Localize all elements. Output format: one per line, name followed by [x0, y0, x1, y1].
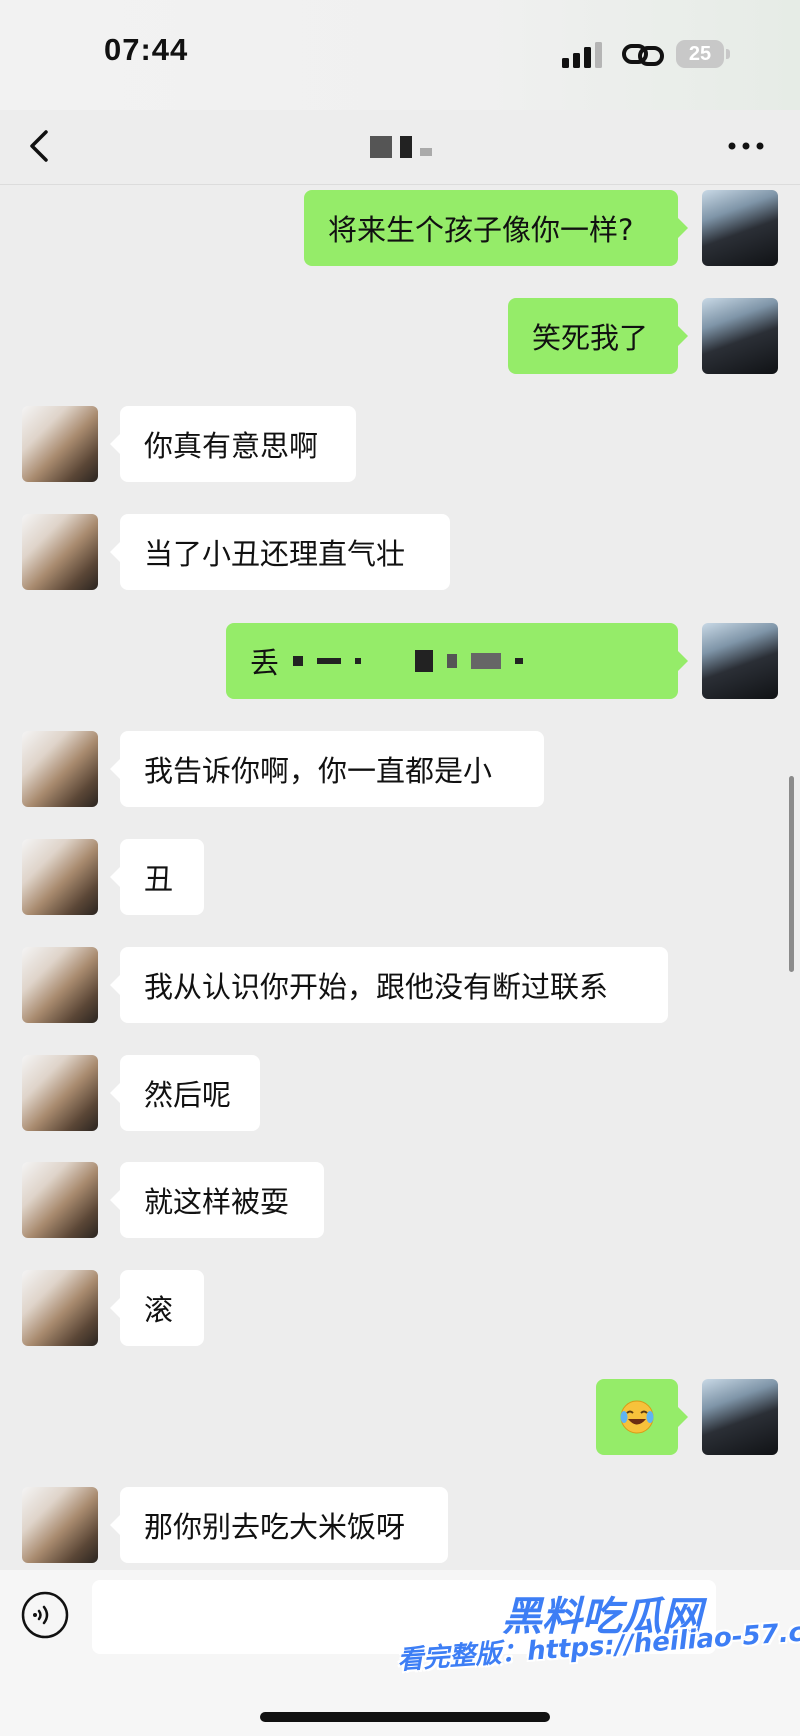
title-mosaic-block [370, 136, 392, 158]
avatar-self[interactable] [702, 298, 778, 374]
message-bubble[interactable]: 丢 [226, 623, 688, 699]
message-row: 就这样被耍 [0, 1162, 800, 1242]
message-bubble[interactable]: 当了小丑还理直气壮 [110, 514, 450, 590]
redaction-block [471, 653, 502, 669]
message-bubble[interactable]: 那你别去吃大米饭呀 [110, 1487, 448, 1563]
avatar-self[interactable] [702, 623, 778, 699]
avatar-contact[interactable] [22, 731, 98, 807]
message-bubble[interactable]: 就这样被耍 [110, 1162, 324, 1238]
message-text: 那你别去吃大米饭呀 [144, 1510, 406, 1544]
redaction-block [293, 656, 304, 666]
message-row: 笑死我了 [0, 298, 800, 378]
message-text: 我从认识你开始，跟他没有断过联系 [144, 970, 609, 1004]
redaction-block [515, 658, 524, 664]
message-text: 就这样被耍 [144, 1185, 290, 1219]
message-text: 当了小丑还理直气壮 [144, 537, 406, 571]
avatar-contact[interactable] [22, 1270, 98, 1346]
signal-icon [562, 42, 602, 68]
avatar-contact[interactable] [22, 1162, 98, 1238]
redacted-content: 丢 [250, 640, 524, 682]
message-text: 丢 [250, 646, 280, 680]
message-text: 然后呢 [144, 1078, 232, 1112]
redaction-block [415, 650, 434, 672]
message-bubble[interactable]: 你真有意思啊 [110, 406, 356, 482]
avatar-contact[interactable] [22, 1487, 98, 1563]
avatar-contact[interactable] [22, 947, 98, 1023]
message-bubble[interactable]: 我告诉你啊，你一直都是小 [110, 731, 544, 807]
avatar-contact[interactable] [22, 839, 98, 915]
avatar-contact[interactable] [22, 406, 98, 482]
message-row: 我从认识你开始，跟他没有断过联系 [0, 947, 800, 1027]
avatar-self[interactable] [702, 190, 778, 266]
message-text: 将来生个孩子像你一样? [328, 213, 634, 247]
message-row: 丑 [0, 839, 800, 919]
message-bubble[interactable] [596, 1379, 688, 1455]
redaction-block [447, 654, 458, 668]
message-row: 当了小丑还理直气壮 [0, 514, 800, 594]
message-text: 你真有意思啊 [144, 429, 319, 463]
status-bar: 07:44 25 [0, 0, 800, 110]
avatar-contact[interactable] [22, 1055, 98, 1131]
message-row: 滚 [0, 1270, 800, 1350]
message-bubble[interactable]: 丑 [110, 839, 204, 915]
message-bubble[interactable]: 然后呢 [110, 1055, 260, 1131]
message-bubble[interactable]: 我从认识你开始，跟他没有断过联系 [110, 947, 668, 1023]
scrollbar[interactable] [789, 776, 794, 972]
avatar-contact[interactable] [22, 514, 98, 590]
title-mosaic-block [400, 136, 412, 158]
message-text: 笑死我了 [532, 321, 649, 355]
redaction-block [317, 658, 342, 664]
message-bubble[interactable]: 滚 [110, 1270, 204, 1346]
message-row: 将来生个孩子像你一样? [0, 190, 800, 270]
message-text: 丑 [144, 862, 174, 896]
message-list[interactable]: 将来生个孩子像你一样? 笑死我了 你真有意思啊 当了小丑还理直气壮 丢 我告诉你… [0, 185, 800, 1570]
battery-tip [726, 49, 730, 59]
avatar-self[interactable] [702, 1379, 778, 1455]
message-text: 我告诉你啊，你一直都是小 [144, 754, 493, 788]
face-with-tears-of-joy-icon [620, 1400, 654, 1434]
voice-icon[interactable] [20, 1590, 70, 1640]
message-row: 然后呢 [0, 1055, 800, 1135]
link-icon [622, 44, 664, 66]
status-time: 07:44 [104, 32, 189, 67]
title-mosaic-block [420, 148, 432, 156]
message-bubble[interactable]: 将来生个孩子像你一样? [304, 190, 688, 266]
message-bubble[interactable]: 笑死我了 [508, 298, 688, 374]
redaction-block [355, 658, 362, 664]
chat-title [370, 130, 460, 164]
message-row: 我告诉你啊，你一直都是小 [0, 731, 800, 811]
more-dots-icon[interactable] [726, 140, 766, 152]
message-row: 那你别去吃大米饭呀 [0, 1487, 800, 1567]
message-row: 丢 [0, 623, 800, 703]
message-row [0, 1379, 800, 1459]
chevron-left-icon[interactable] [24, 126, 54, 166]
home-indicator[interactable] [260, 1712, 550, 1722]
chat-header [0, 110, 800, 185]
message-text: 滚 [144, 1293, 174, 1327]
message-row: 你真有意思啊 [0, 406, 800, 486]
battery-indicator: 25 [676, 40, 724, 68]
